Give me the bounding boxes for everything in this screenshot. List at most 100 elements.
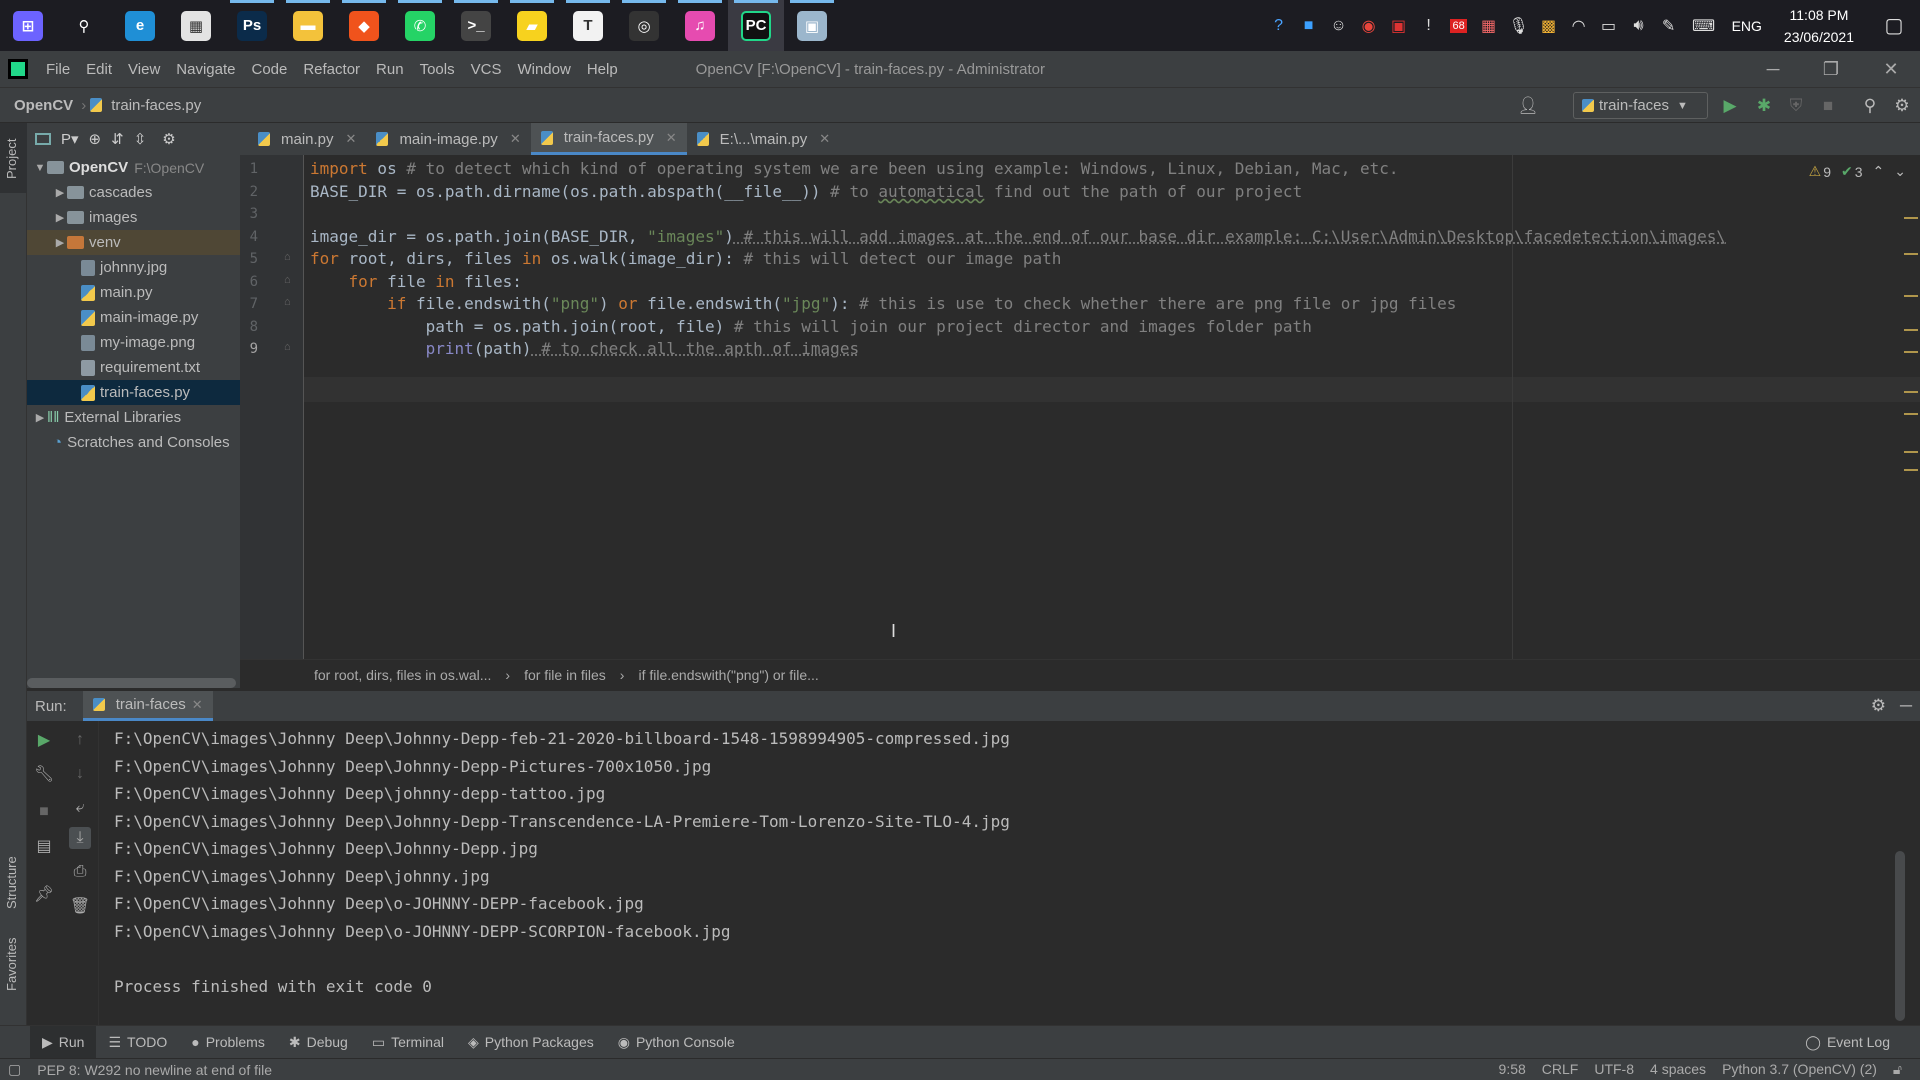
volume-icon[interactable]: 🔊︎ — [1624, 0, 1654, 51]
project-tool-tab[interactable]: Project — [0, 123, 27, 193]
colorful-app-icon[interactable]: ▩ — [1534, 0, 1564, 51]
breadcrumb-project[interactable]: OpenCV — [10, 97, 77, 114]
brave-taskbar-button[interactable]: ◆ — [336, 0, 392, 51]
scroll-to-end-icon[interactable]: ⤓ — [69, 827, 91, 849]
run-tool-button[interactable]: ▶ Run — [30, 1025, 97, 1059]
project-horizontal-scrollbar[interactable] — [27, 678, 236, 688]
close-tab-icon[interactable]: ✕ — [819, 131, 830, 147]
tree-item-train-faces-py[interactable]: train-faces.py — [27, 380, 240, 405]
menu-help[interactable]: Help — [579, 61, 626, 78]
tree-item-images[interactable]: ▶ images — [27, 205, 240, 230]
hide-panel-icon[interactable]: ─ — [1900, 696, 1912, 716]
terminal-tool-button[interactable]: ▭ Terminal — [360, 1026, 456, 1059]
notification-badge-icon[interactable]: 68 — [1444, 0, 1474, 51]
read-only-lock-icon[interactable]: 🔓︎ — [1885, 1061, 1910, 1078]
error-stripe-mark[interactable] — [1904, 253, 1918, 255]
tree-item-johnny-jpg[interactable]: johnny.jpg — [27, 255, 240, 280]
menu-edit[interactable]: Edit — [78, 61, 120, 78]
edit-config-wrench-icon[interactable]: 🔧︎ — [33, 763, 55, 785]
close-tab-icon[interactable]: ✕ — [192, 697, 203, 713]
keyboard-icon[interactable]: ⌨ — [1684, 0, 1724, 51]
menu-code[interactable]: Code — [243, 61, 295, 78]
pycharm-taskbar-button[interactable]: PC — [728, 0, 784, 51]
start-menu-taskbar-button[interactable]: ⊞ — [0, 0, 56, 51]
tree-scratches[interactable]: ◔ Scratches and Consoles — [27, 430, 240, 455]
chevron-down-icon[interactable]: ⌄ — [1894, 163, 1906, 180]
fold-marker-icon[interactable]: ⌂ — [284, 296, 291, 308]
tree-item-main-py[interactable]: main.py — [27, 280, 240, 305]
coverage-icon[interactable]: ⛨ — [1784, 94, 1808, 118]
user-icon[interactable]: 👤︎ — [1516, 94, 1540, 118]
event-log-button[interactable]: ◯ Event Log — [1793, 1026, 1902, 1059]
console-vertical-scrollbar[interactable] — [1895, 851, 1905, 1021]
language-indicator[interactable]: ENG — [1724, 18, 1770, 34]
inspection-widget[interactable]: ⚠ 9 ✔ 3 ⌃ ⌄ — [1809, 163, 1906, 180]
menu-window[interactable]: Window — [509, 61, 578, 78]
rerun-icon[interactable]: ▶ — [33, 729, 55, 751]
editor-tab-E-main-py[interactable]: E:\...\main.py ✕ — [687, 123, 840, 155]
run-tab-train-faces[interactable]: train-faces ✕ — [82, 691, 213, 721]
search-taskbar-button[interactable]: ⚲ — [56, 0, 112, 51]
edge-taskbar-button[interactable]: e — [112, 0, 168, 51]
wifi-icon[interactable]: ◠ — [1564, 0, 1594, 51]
python-console-tool-button[interactable]: ◉ Python Console — [606, 1026, 747, 1059]
whatsapp-taskbar-button[interactable]: ✆ — [392, 0, 448, 51]
editor-tab-train-faces-py[interactable]: train-faces.py ✕ — [530, 123, 687, 155]
close-tab-icon[interactable]: ✕ — [346, 131, 357, 147]
status-panel-toggle-icon[interactable]: ▢ — [0, 1061, 29, 1078]
status-message[interactable]: PEP 8: W292 no newline at end of file — [29, 1062, 280, 1078]
debug-tool-button[interactable]: ✱ Debug — [277, 1026, 360, 1059]
scroll-down-icon[interactable]: ↓ — [69, 763, 91, 785]
print-icon[interactable]: ⎙ — [69, 861, 91, 883]
close-window-button[interactable]: ✕ — [1862, 51, 1920, 87]
project-view-icon[interactable] — [35, 133, 51, 145]
discord-icon[interactable]: ☺ — [1324, 0, 1354, 51]
tree-item-my-image-png[interactable]: my-image.png — [27, 330, 240, 355]
settings-gear-icon[interactable]: ⚙ — [1890, 94, 1914, 118]
error-stripe-mark[interactable] — [1904, 217, 1918, 219]
caret-position[interactable]: 9:58 — [1491, 1061, 1534, 1078]
structure-tool-label[interactable]: Structure — [4, 856, 19, 909]
tree-item-venv[interactable]: ▶ venv — [27, 230, 240, 255]
chevron-right-icon[interactable]: ▶ — [53, 236, 67, 249]
code-breadcrumb-item[interactable]: if file.endswith("png") or file... — [638, 667, 818, 683]
code-breadcrumb-item[interactable]: for file in files — [524, 667, 606, 683]
error-stripe-mark[interactable] — [1904, 295, 1918, 297]
file-explorer-taskbar-button[interactable]: ▬ — [280, 0, 336, 51]
photoshop-taskbar-button[interactable]: Ps — [224, 0, 280, 51]
fold-marker-icon[interactable]: ⌂ — [284, 251, 291, 263]
tree-external-libraries[interactable]: ▶ ǁǁ External Libraries — [27, 405, 240, 430]
pin-tab-icon[interactable]: 📌︎ — [33, 883, 55, 905]
typora-taskbar-button[interactable]: T — [560, 0, 616, 51]
error-stripe-mark[interactable] — [1904, 351, 1918, 353]
error-stripe-mark[interactable] — [1904, 469, 1918, 471]
microphone-icon[interactable]: 🎙︎ — [1504, 0, 1534, 51]
menu-view[interactable]: View — [120, 61, 168, 78]
antivirus-icon[interactable]: ▣ — [1384, 0, 1414, 51]
editor-tab-main-py[interactable]: main.py ✕ — [248, 123, 366, 155]
menu-run[interactable]: Run — [368, 61, 412, 78]
tree-item-requirement-txt[interactable]: requirement.txt — [27, 355, 240, 380]
todo-tool-button[interactable]: ☰ TODO — [96, 1026, 179, 1059]
collapse-all-icon[interactable]: ⇳ — [134, 130, 147, 148]
tree-item-cascades[interactable]: ▶ cascades — [27, 180, 240, 205]
indent-setting[interactable]: 4 spaces — [1642, 1061, 1714, 1078]
restore-button[interactable]: ❐ — [1802, 51, 1860, 87]
chrome-icon[interactable]: ◉ — [1354, 0, 1384, 51]
close-tab-icon[interactable]: ✕ — [510, 131, 521, 147]
menu-file[interactable]: File — [38, 61, 78, 78]
terminal-taskbar-button[interactable]: >_ — [448, 0, 504, 51]
locate-file-icon[interactable]: ⊕ — [89, 130, 102, 148]
chevron-up-icon[interactable]: ⌃ — [1873, 163, 1885, 180]
error-stripe-mark[interactable] — [1904, 451, 1918, 453]
store-taskbar-button[interactable]: ▦ — [168, 0, 224, 51]
fold-marker-icon[interactable]: ⌂ — [284, 341, 291, 353]
file-encoding[interactable]: UTF-8 — [1586, 1061, 1642, 1078]
panel-settings-gear-icon[interactable]: ⚙ — [162, 130, 175, 148]
chevron-right-icon[interactable]: ▶ — [53, 186, 67, 199]
pen-icon[interactable]: ✎ — [1654, 0, 1684, 51]
chevron-right-icon[interactable]: ▶ — [53, 211, 67, 224]
error-stripe-mark[interactable] — [1904, 329, 1918, 331]
error-stripe-mark[interactable] — [1904, 391, 1918, 393]
help-icon[interactable]: ? — [1264, 0, 1294, 51]
